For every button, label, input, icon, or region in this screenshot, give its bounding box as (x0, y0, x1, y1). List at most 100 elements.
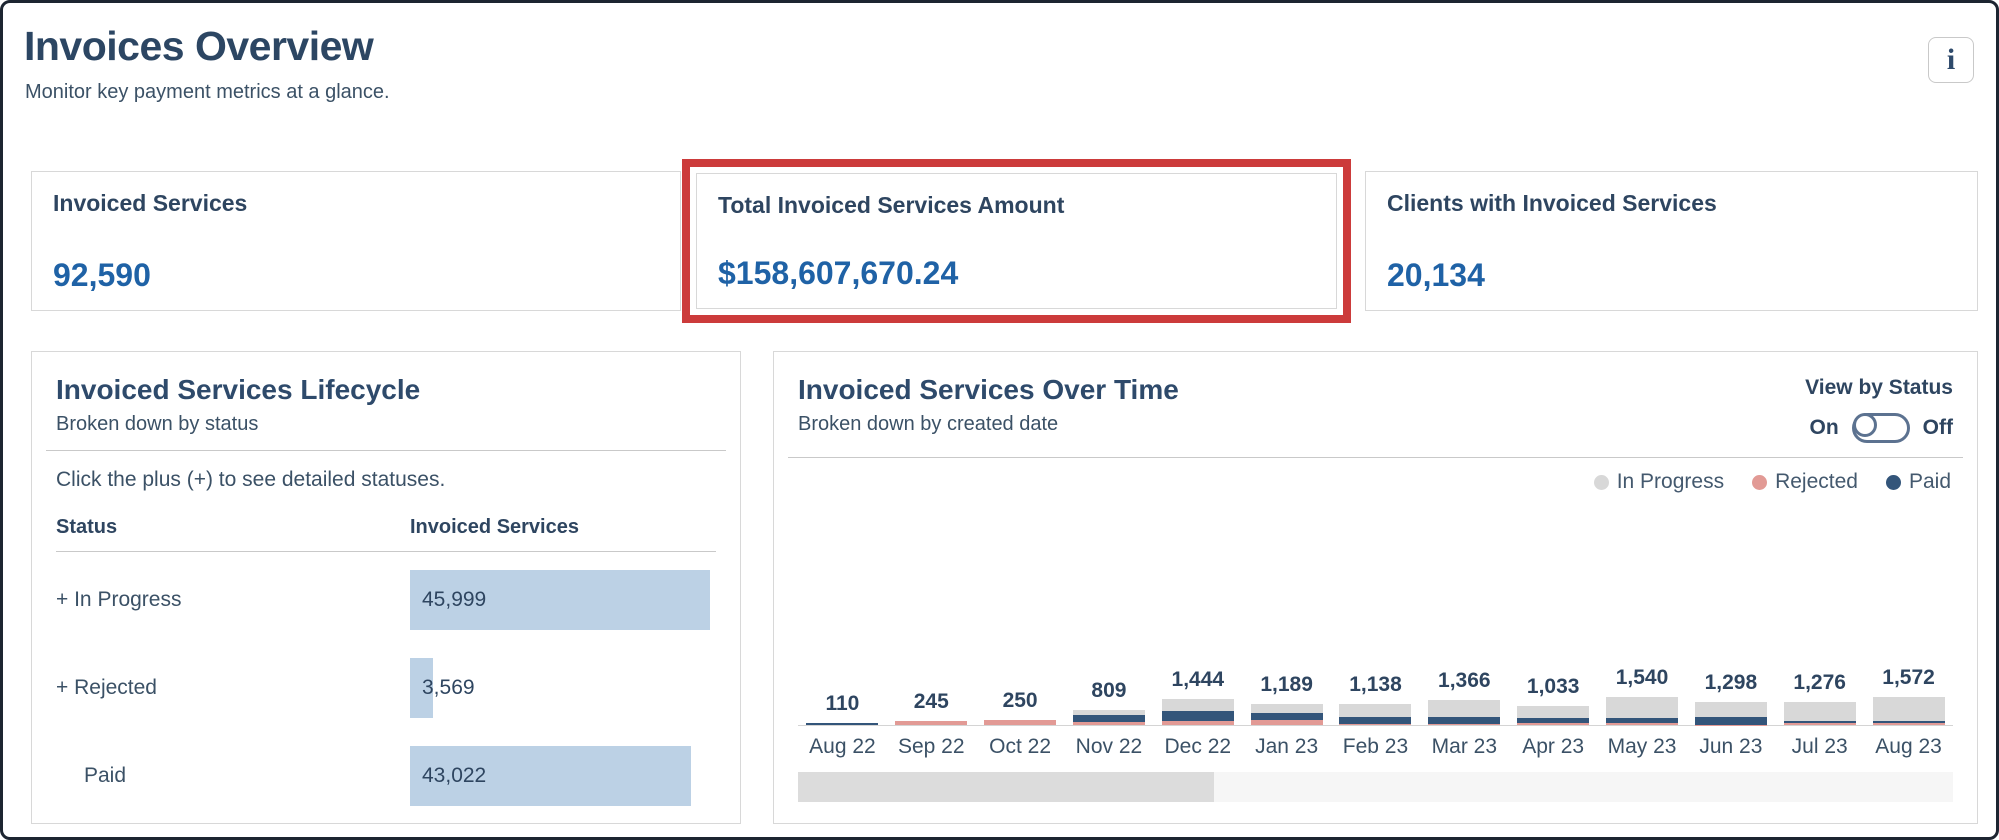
chart-column: 245 (887, 690, 976, 725)
month-label: Jan 23 (1255, 735, 1319, 758)
lifecycle-hint: Click the plus (+) to see detailed statu… (56, 468, 446, 491)
kpi-card-total-amount: Total Invoiced Services Amount $158,607,… (696, 173, 1337, 309)
bar-segment-paid[interactable] (1250, 712, 1323, 721)
view-by-status-toggle[interactable] (1851, 413, 1910, 443)
chart-column: 1,366 (1420, 669, 1509, 725)
bar-value-label: 1,138 (1349, 673, 1402, 697)
status-value: 43,022 (422, 764, 487, 787)
bar-value-label: 1,366 (1438, 669, 1491, 693)
bar-stack[interactable] (1161, 698, 1234, 725)
bar-stack[interactable] (984, 720, 1057, 725)
month-label: Oct 22 (989, 735, 1052, 758)
bar-segment-in-progress[interactable] (1517, 706, 1590, 718)
bar-segment-in-progress[interactable] (1250, 703, 1323, 713)
toggle-off-label: Off (1922, 416, 1953, 439)
bar-stack[interactable] (1694, 701, 1767, 725)
bar-segment-rejected[interactable] (895, 720, 968, 725)
bar-segment-in-progress[interactable] (1872, 696, 1945, 722)
column-header-status: Status (56, 516, 118, 538)
bar-segment-rejected[interactable] (984, 720, 1057, 725)
bar-stack[interactable] (1339, 704, 1412, 725)
month-label: Apr 23 (1522, 735, 1585, 758)
bar-stack[interactable] (806, 723, 879, 725)
bar-segment-rejected[interactable] (1606, 723, 1679, 725)
legend-label: In Progress (1616, 470, 1725, 493)
bar-value-label: 250 (1002, 689, 1038, 713)
kpi-value: 92,590 (53, 257, 151, 293)
chart-column: 1,572 (1864, 666, 1953, 725)
lifecycle-row: Paid 43,022 (56, 732, 716, 820)
bar-stack[interactable] (1606, 697, 1679, 725)
bar-stack[interactable] (1517, 706, 1590, 725)
chart-column: 1,138 (1331, 673, 1420, 725)
bar-segment-rejected[interactable] (1250, 720, 1323, 725)
bar-value-label: 1,298 (1704, 670, 1758, 694)
chart-column: 1,189 (1242, 672, 1331, 725)
bar-value-label: 1,540 (1615, 666, 1669, 690)
bar-segment-in-progress[interactable] (1783, 701, 1856, 722)
lifecycle-rows: + In Progress 45,999 + Rejected 3,569 Paid 43… (56, 556, 716, 820)
over-time-panel: Invoiced Services Over Time Broken down … (773, 351, 1978, 824)
bar-segment-paid[interactable] (806, 723, 879, 725)
chart-scrollbar[interactable] (798, 772, 1953, 802)
bar-value-label: 245 (913, 689, 949, 713)
status-label[interactable]: + In Progress (56, 588, 410, 612)
bar-segment-in-progress[interactable] (1161, 698, 1234, 712)
bar-stack[interactable] (1783, 701, 1856, 725)
bar-stack[interactable] (1072, 710, 1145, 725)
legend-item-paid: Paid (1885, 470, 1951, 494)
bar-segment-rejected[interactable] (1072, 722, 1145, 725)
bar-segment-paid[interactable] (1339, 717, 1412, 724)
over-time-title: Invoiced Services Over Time (798, 374, 1179, 405)
month-label: Sep 22 (897, 735, 965, 758)
bar-stack[interactable] (1872, 696, 1945, 725)
bar-segment-in-progress[interactable] (1606, 697, 1679, 719)
over-time-month-axis: Aug 22 Sep 22 Oct 22 Nov 22 Dec 22 Jan 23 Feb … (798, 735, 1953, 759)
bar-stack[interactable] (1250, 703, 1323, 725)
status-label[interactable]: + Rejected (56, 676, 410, 700)
chart-column: 1,298 (1686, 671, 1775, 725)
lifecycle-subtitle: Broken down by status (56, 413, 259, 435)
bar-segment-rejected[interactable] (1161, 720, 1234, 725)
bar-segment-rejected[interactable] (1517, 723, 1590, 725)
lifecycle-panel: Invoiced Services Lifecycle Broken down … (31, 351, 741, 824)
chart-column: 250 (976, 689, 1065, 725)
bar-segment-paid[interactable] (1428, 716, 1501, 725)
bar-stack[interactable] (1428, 700, 1501, 725)
legend-label: Paid (1908, 470, 1951, 493)
kpi-value: 20,134 (1387, 257, 1485, 293)
legend-dot-icon (1593, 474, 1609, 490)
month-label: Aug 22 (809, 735, 876, 758)
divider (788, 457, 1963, 458)
status-value: 45,999 (422, 588, 487, 611)
bar-segment-paid[interactable] (1694, 717, 1767, 725)
kpi-label: Total Invoiced Services Amount (718, 192, 1065, 218)
bar-segment-paid[interactable] (1161, 711, 1234, 721)
bar-segment-rejected[interactable] (1339, 723, 1412, 725)
dashboard-page: Invoices Overview Monitor key payment me… (0, 0, 1999, 840)
bar-stack[interactable] (895, 720, 968, 725)
kpi-label: Clients with Invoiced Services (1387, 190, 1717, 216)
kpi-value: $158,607,670.24 (718, 255, 959, 291)
bar-segment-rejected[interactable] (1783, 723, 1856, 725)
chart-column: 1,444 (1153, 668, 1242, 725)
bar-segment-in-progress[interactable] (1428, 700, 1501, 717)
bar-segment-rejected[interactable] (1428, 724, 1501, 725)
bar-segment-in-progress[interactable] (1339, 704, 1412, 718)
lifecycle-table-header: Status Invoiced Services (56, 516, 716, 552)
bar-value-label: 1,033 (1526, 675, 1580, 699)
info-button[interactable]: i (1928, 37, 1974, 83)
scrollbar-thumb[interactable] (798, 772, 1214, 802)
bar-segment-rejected[interactable] (1872, 723, 1945, 725)
kpi-card-invoiced-services: Invoiced Services 92,590 (31, 171, 681, 311)
status-value: 3,569 (422, 676, 475, 699)
status-label[interactable]: Paid (56, 764, 410, 788)
month-label: May 23 (1607, 735, 1677, 758)
legend-dot-icon (1752, 474, 1768, 490)
bar-value-label: 1,189 (1260, 672, 1313, 696)
legend-item-in-progress: In Progress (1593, 470, 1725, 494)
column-header-invoiced-services: Invoiced Services (410, 516, 579, 538)
bar-segment-in-progress[interactable] (1694, 701, 1767, 718)
over-time-header: Invoiced Services Over Time Broken down … (798, 374, 1953, 443)
bar-segment-paid[interactable] (1072, 715, 1145, 723)
